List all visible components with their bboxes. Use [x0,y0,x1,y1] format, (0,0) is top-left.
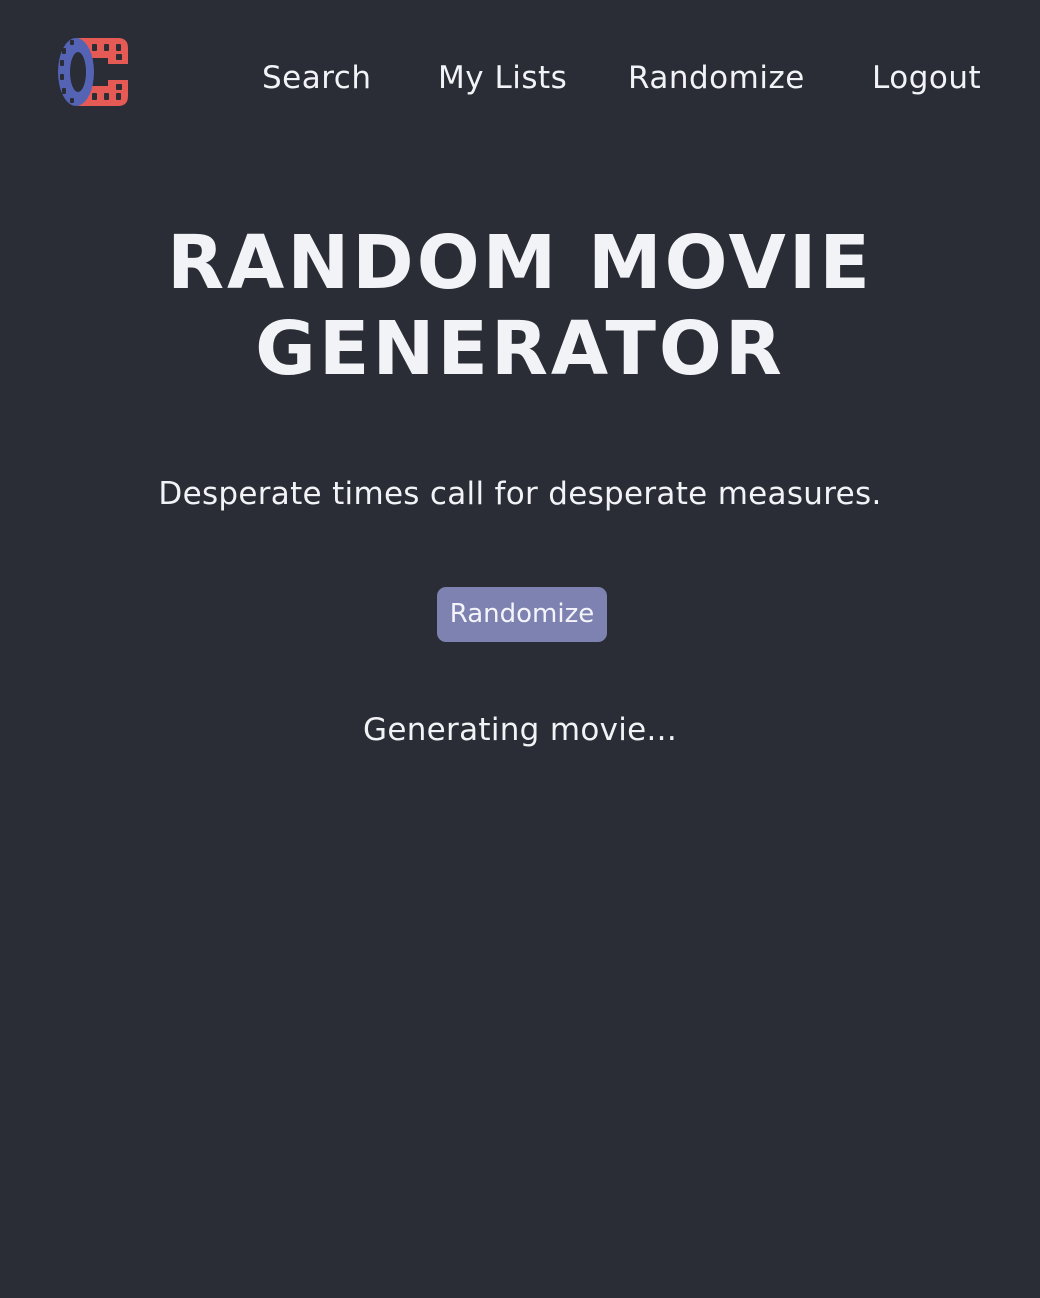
page-subtitle: Desperate times call for desperate measu… [158,476,882,512]
page: Search My Lists Randomize Logout RANDOM … [0,0,1040,1298]
page-title-line1: RANDOM MOVIE [167,220,873,306]
nav-randomize-link[interactable]: Randomize [628,58,805,98]
nav-search-link[interactable]: Search [262,58,372,98]
nav-logout-link[interactable]: Logout [872,58,981,98]
top-nav: Search My Lists Randomize Logout [0,58,1040,98]
randomize-button[interactable]: Randomize [437,587,607,642]
nav-my-lists-link[interactable]: My Lists [438,58,567,98]
page-title: RANDOM MOVIE GENERATOR [0,220,1040,392]
status-message: Generating movie... [363,712,677,748]
page-title-line2: GENERATOR [255,306,785,392]
